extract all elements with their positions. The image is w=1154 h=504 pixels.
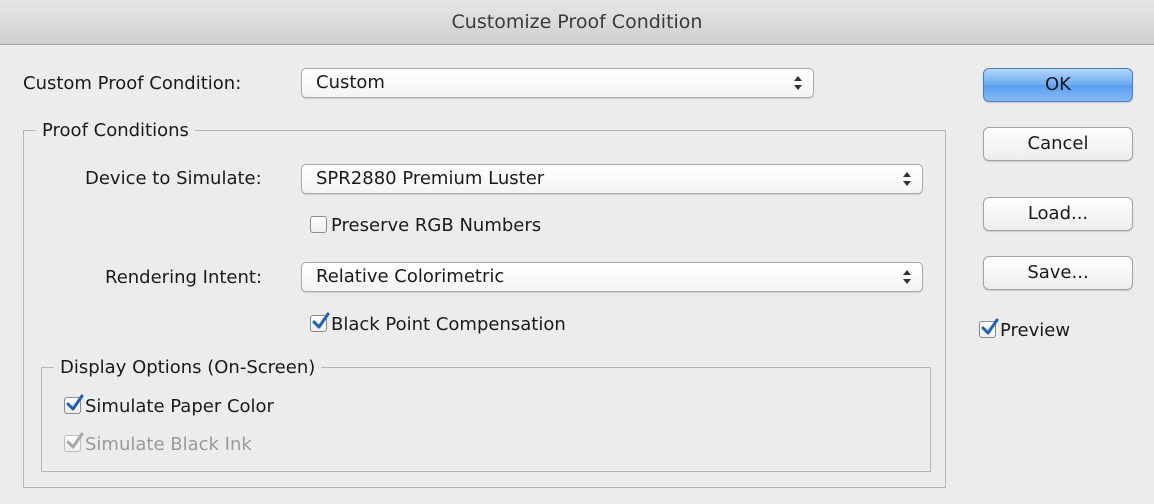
load-button[interactable]: Load... xyxy=(983,197,1133,231)
custom-proof-condition-select[interactable]: Custom xyxy=(301,68,814,98)
chevron-updown-icon xyxy=(903,172,911,186)
simulate-paper-color-checkbox[interactable]: Simulate Paper Color xyxy=(64,394,274,417)
window-title: Customize Proof Condition xyxy=(451,11,703,33)
simulate-black-ink-checkbox: Simulate Black Ink xyxy=(64,432,252,455)
device-to-simulate-value: SPR2880 Premium Luster xyxy=(316,168,545,189)
checkmark-icon xyxy=(64,394,84,414)
custom-proof-condition-value: Custom xyxy=(316,72,385,93)
unchecked-box-icon xyxy=(310,216,327,233)
checkmark-icon xyxy=(979,318,999,338)
custom-proof-condition-label: Custom Proof Condition: xyxy=(23,73,242,94)
ok-button[interactable]: OK xyxy=(983,68,1133,102)
rendering-intent-select[interactable]: Relative Colorimetric xyxy=(301,262,923,292)
simulate-paper-color-label: Simulate Paper Color xyxy=(85,396,274,417)
black-point-compensation-checkbox[interactable]: Black Point Compensation xyxy=(310,312,566,335)
black-point-compensation-label: Black Point Compensation xyxy=(331,314,566,335)
title-bar: Customize Proof Condition xyxy=(0,0,1154,45)
preview-checkbox[interactable]: Preview xyxy=(979,318,1071,341)
simulate-black-ink-label: Simulate Black Ink xyxy=(85,434,252,455)
cancel-button[interactable]: Cancel xyxy=(983,127,1133,161)
rendering-intent-label: Rendering Intent: xyxy=(105,267,263,288)
preserve-rgb-checkbox[interactable]: Preserve RGB Numbers xyxy=(310,215,541,236)
device-to-simulate-label: Device to Simulate: xyxy=(85,168,262,189)
checkmark-icon xyxy=(64,432,84,452)
preview-label: Preview xyxy=(1000,320,1071,341)
proof-conditions-legend: Proof Conditions xyxy=(42,120,189,141)
device-to-simulate-select[interactable]: SPR2880 Premium Luster xyxy=(301,164,923,194)
chevron-updown-icon xyxy=(794,76,802,90)
rendering-intent-value: Relative Colorimetric xyxy=(316,266,505,287)
display-options-legend: Display Options (On-Screen) xyxy=(60,357,316,378)
checkmark-icon xyxy=(310,312,330,332)
chevron-updown-icon xyxy=(903,270,911,284)
save-button[interactable]: Save... xyxy=(983,256,1133,290)
preserve-rgb-label: Preserve RGB Numbers xyxy=(331,215,542,236)
